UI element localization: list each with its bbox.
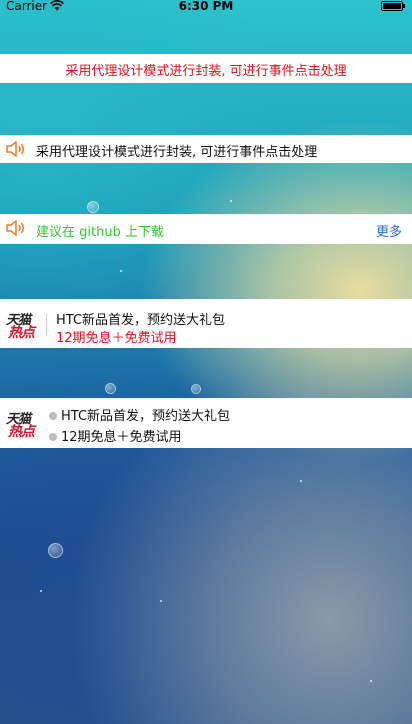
scrolling-notice-with-more[interactable]: 建议在 github 上下载 更多: [0, 214, 412, 244]
bubble-decoration: [48, 543, 63, 558]
status-time: 6:30 PM: [178, 0, 234, 13]
tmall-hot-notice-bulleted[interactable]: 天猫 热点 HTC新品首发，预约送大礼包 12期免息＋免费试用: [0, 398, 412, 448]
scrolling-notice-speaker[interactable]: 采用代理设计模式进行封装, 可进行事件点击处理: [0, 135, 412, 163]
battery-icon: [381, 1, 405, 11]
notice-text: 采用代理设计模式进行封装, 可进行事件点击处理: [65, 64, 347, 79]
list-item-text: 12期免息＋免费试用: [61, 430, 182, 445]
logo-text-bottom: 热点: [8, 325, 35, 341]
tmall-hot-logo: 天猫 热点: [6, 309, 42, 341]
divider: [46, 314, 47, 336]
list-item: HTC新品首发，预约送大礼包: [49, 405, 230, 424]
list-item: 12期免息＋免费试用: [49, 426, 182, 445]
scrolling-notice-centered[interactable]: 采用代理设计模式进行封装, 可进行事件点击处理: [0, 54, 412, 83]
star-decoration: [120, 270, 122, 272]
notice-text: 采用代理设计模式进行封装, 可进行事件点击处理: [36, 145, 318, 160]
star-decoration: [300, 480, 302, 482]
star-decoration: [160, 600, 162, 602]
star-decoration: [370, 680, 372, 682]
list-item-text: HTC新品首发，预约送大礼包: [61, 409, 231, 424]
bullet-dot-icon: [49, 412, 57, 420]
speaker-icon: [5, 139, 27, 159]
bubble-decoration: [87, 201, 99, 213]
bullet-dot-icon: [49, 433, 57, 441]
star-decoration: [40, 590, 42, 592]
tmall-hot-logo: 天猫 热点: [6, 408, 42, 440]
notice-line-2: 12期免息＋免费试用: [56, 331, 177, 346]
status-bar: Carrier 6:30 PM: [0, 0, 412, 14]
notice-text: 建议在 github 上下载: [36, 225, 164, 240]
more-button[interactable]: 更多: [376, 221, 402, 240]
speaker-icon: [5, 218, 27, 238]
logo-text-bottom: 热点: [8, 424, 35, 440]
bubble-decoration: [105, 383, 116, 394]
star-decoration: [230, 200, 232, 202]
bubble-decoration: [191, 384, 201, 394]
notice-line-1: HTC新品首发，预约送大礼包: [56, 313, 226, 328]
tmall-hot-notice[interactable]: 天猫 热点 HTC新品首发，预约送大礼包 12期免息＋免费试用: [0, 299, 412, 348]
